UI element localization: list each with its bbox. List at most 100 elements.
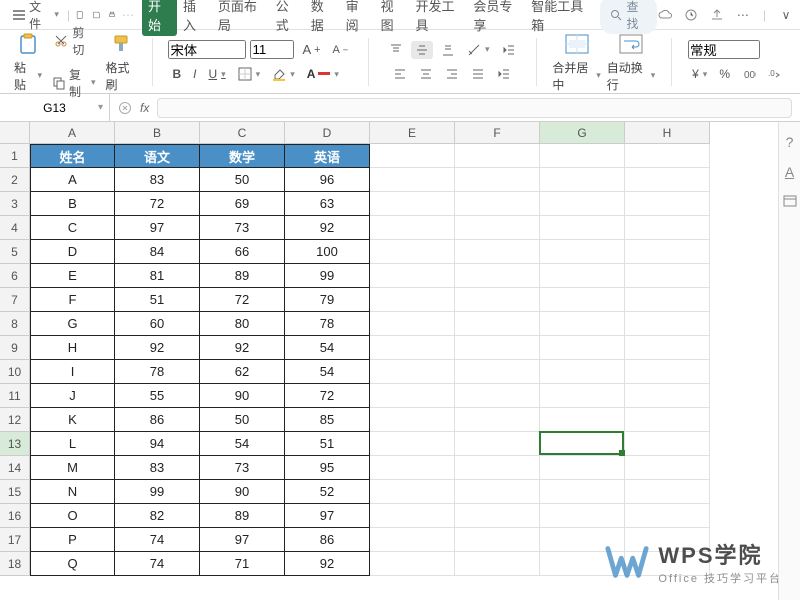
cell[interactable]: [540, 288, 625, 312]
cell[interactable]: G: [30, 312, 115, 336]
cell[interactable]: 86: [115, 408, 200, 432]
cell[interactable]: [370, 288, 455, 312]
orientation-button[interactable]: ▾: [463, 41, 494, 59]
cell[interactable]: 姓名: [30, 144, 115, 168]
cell[interactable]: 86: [285, 528, 370, 552]
align-left-button[interactable]: [389, 65, 411, 83]
tab-1[interactable]: 插入: [177, 0, 212, 38]
cell[interactable]: 78: [285, 312, 370, 336]
cell[interactable]: N: [30, 480, 115, 504]
cell[interactable]: [455, 312, 540, 336]
cell[interactable]: 52: [285, 480, 370, 504]
align-right-button[interactable]: [441, 65, 463, 83]
cell[interactable]: 71: [200, 552, 285, 576]
italic-button[interactable]: I: [189, 65, 200, 83]
cell[interactable]: [540, 456, 625, 480]
cell[interactable]: M: [30, 456, 115, 480]
cell[interactable]: [370, 504, 455, 528]
cell[interactable]: [370, 384, 455, 408]
percent-button[interactable]: %: [715, 65, 734, 83]
row-header[interactable]: 5: [0, 240, 30, 264]
cell[interactable]: [540, 144, 625, 168]
cell[interactable]: [370, 432, 455, 456]
paste-icon[interactable]: [15, 31, 41, 57]
cell[interactable]: I: [30, 360, 115, 384]
cell[interactable]: 89: [200, 264, 285, 288]
row-header[interactable]: 8: [0, 312, 30, 336]
cell[interactable]: [455, 216, 540, 240]
cell[interactable]: [540, 312, 625, 336]
increase-font-button[interactable]: A+: [298, 40, 324, 59]
cell[interactable]: 90: [200, 480, 285, 504]
cell[interactable]: [455, 168, 540, 192]
cell[interactable]: [625, 288, 710, 312]
cell[interactable]: 74: [115, 552, 200, 576]
cell[interactable]: [455, 384, 540, 408]
spreadsheet-grid[interactable]: ABCDEFGH 123456789101112131415161718 姓名语…: [0, 122, 800, 600]
cell[interactable]: 数学: [200, 144, 285, 168]
merge-center-label[interactable]: 合并居中: [552, 59, 591, 93]
cell[interactable]: [370, 480, 455, 504]
formula-input[interactable]: [157, 98, 792, 118]
cell[interactable]: [625, 312, 710, 336]
cell[interactable]: 72: [285, 384, 370, 408]
cell[interactable]: B: [30, 192, 115, 216]
cell[interactable]: 82: [115, 504, 200, 528]
cell[interactable]: 83: [115, 456, 200, 480]
row-header[interactable]: 13: [0, 432, 30, 456]
cell[interactable]: D: [30, 240, 115, 264]
cell[interactable]: [455, 528, 540, 552]
cell[interactable]: 85: [285, 408, 370, 432]
col-header[interactable]: A: [30, 122, 115, 144]
cell[interactable]: [455, 192, 540, 216]
row-header[interactable]: 12: [0, 408, 30, 432]
align-center-button[interactable]: [415, 65, 437, 83]
cell[interactable]: [370, 360, 455, 384]
cell[interactable]: 90: [200, 384, 285, 408]
cell[interactable]: 54: [285, 360, 370, 384]
cell[interactable]: 英语: [285, 144, 370, 168]
chevron-down-icon[interactable]: ▾: [98, 102, 103, 113]
cell[interactable]: 66: [200, 240, 285, 264]
cell[interactable]: 83: [115, 168, 200, 192]
row-header[interactable]: 16: [0, 504, 30, 528]
cell[interactable]: [625, 192, 710, 216]
cell[interactable]: 95: [285, 456, 370, 480]
cell[interactable]: 79: [285, 288, 370, 312]
cell[interactable]: [625, 168, 710, 192]
cell[interactable]: [370, 408, 455, 432]
font-color-button[interactable]: A▾: [303, 65, 343, 83]
cell[interactable]: A: [30, 168, 115, 192]
cell[interactable]: H: [30, 336, 115, 360]
cell[interactable]: Q: [30, 552, 115, 576]
align-bottom-button[interactable]: [437, 41, 459, 59]
cut-button[interactable]: 剪切: [48, 22, 99, 60]
cell[interactable]: 73: [200, 456, 285, 480]
cell[interactable]: [625, 336, 710, 360]
cell[interactable]: 72: [115, 192, 200, 216]
cell[interactable]: [540, 240, 625, 264]
cell[interactable]: 50: [200, 168, 285, 192]
format-painter-label[interactable]: 格式刷: [106, 59, 136, 93]
tab-0[interactable]: 开始: [142, 0, 177, 36]
tab-5[interactable]: 审阅: [340, 0, 375, 38]
cell[interactable]: [455, 456, 540, 480]
wrap-text-label[interactable]: 自动换行: [607, 59, 646, 93]
tab-7[interactable]: 开发工具: [410, 0, 468, 38]
cell[interactable]: [455, 240, 540, 264]
cell[interactable]: [625, 480, 710, 504]
print-icon[interactable]: [104, 7, 120, 23]
row-header[interactable]: 4: [0, 216, 30, 240]
justify-button[interactable]: [467, 65, 489, 83]
cell[interactable]: [540, 192, 625, 216]
cell[interactable]: [370, 144, 455, 168]
cell[interactable]: [540, 480, 625, 504]
cell[interactable]: 89: [200, 504, 285, 528]
row-header[interactable]: 1: [0, 144, 30, 168]
cell[interactable]: [540, 264, 625, 288]
cell[interactable]: 84: [115, 240, 200, 264]
search-box[interactable]: 查找: [600, 0, 656, 34]
decrease-decimal-button[interactable]: .0: [764, 65, 786, 83]
cell[interactable]: 92: [115, 336, 200, 360]
a-icon[interactable]: A: [785, 164, 794, 180]
